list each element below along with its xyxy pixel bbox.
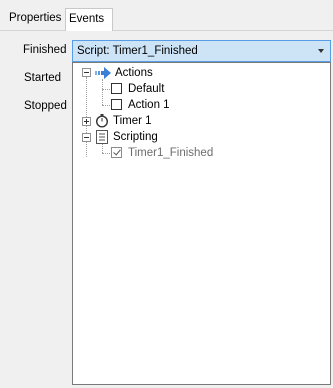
tree-item-scripting[interactable]: Scripting: [73, 129, 330, 145]
stopped-label: Stopped: [24, 100, 67, 112]
timer-icon: [95, 114, 109, 128]
tree-item-label: Default: [128, 83, 165, 95]
event-handler-dropdown[interactable]: Actions Default Action 1 Timer 1 Scripti…: [72, 62, 331, 385]
tab-properties[interactable]: Properties: [6, 9, 65, 30]
tree-item-action1[interactable]: Action 1: [73, 97, 330, 113]
tree-item-timer1-finished[interactable]: Timer1_Finished: [73, 145, 330, 161]
tree-item-label: Action 1: [128, 99, 170, 111]
arrow-right-icon: [95, 67, 111, 79]
tree-item-label: Timer 1: [113, 115, 152, 127]
tree-item-label: Scripting: [113, 131, 158, 143]
tree-item-default[interactable]: Default: [73, 81, 330, 97]
finished-combo-value: Script: Timer1_Finished: [77, 45, 198, 57]
tab-strip: Properties Events: [0, 0, 333, 31]
tree-item-timer1[interactable]: Timer 1: [73, 113, 330, 129]
script-icon: [96, 130, 108, 144]
timer1-finished-checkbox[interactable]: [111, 147, 122, 158]
expand-icon[interactable]: [82, 117, 91, 126]
finished-combo[interactable]: Script: Timer1_Finished: [72, 40, 331, 62]
tree-item-label: Timer1_Finished: [128, 147, 214, 159]
started-label: Started: [24, 72, 62, 84]
tree-item-actions[interactable]: Actions: [73, 65, 330, 81]
default-checkbox[interactable]: [111, 83, 122, 94]
tree-item-label: Actions: [115, 67, 153, 79]
action1-checkbox[interactable]: [111, 99, 122, 110]
finished-label: Finished: [23, 44, 67, 56]
collapse-icon[interactable]: [82, 68, 91, 77]
collapse-icon[interactable]: [82, 133, 91, 142]
chevron-down-icon[interactable]: [318, 49, 324, 53]
tab-events[interactable]: Events: [65, 8, 113, 31]
